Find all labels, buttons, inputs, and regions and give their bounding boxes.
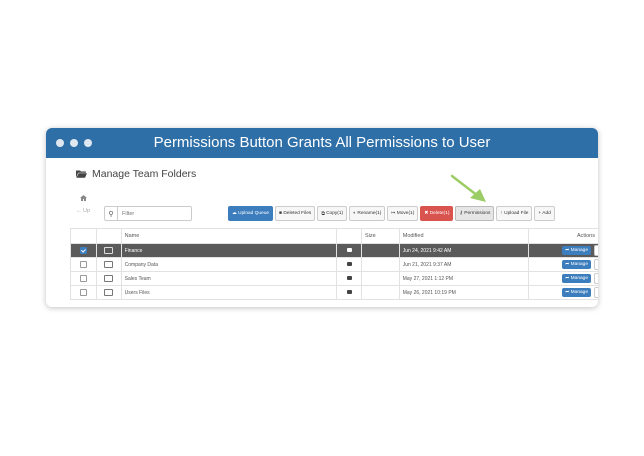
toolbar: ☁ Upload Queue ■ Deleted Files ⧉ Copy(1)… bbox=[228, 206, 555, 221]
share-icon bbox=[346, 248, 352, 253]
folder-open-icon bbox=[76, 170, 87, 178]
folder-size bbox=[361, 257, 400, 272]
home-icon[interactable] bbox=[80, 195, 87, 201]
row-checkbox[interactable] bbox=[79, 247, 87, 254]
row-checkbox[interactable] bbox=[79, 275, 87, 282]
row-checkbox[interactable] bbox=[79, 261, 87, 268]
download-icon[interactable]: ⤓ bbox=[594, 287, 598, 298]
move-button[interactable]: ↦ Move(1) bbox=[387, 206, 419, 221]
filter-box: ⚲ bbox=[104, 206, 192, 221]
folder-icon bbox=[104, 261, 114, 268]
row-checkbox[interactable] bbox=[79, 289, 87, 296]
page-heading: Manage Team Folders bbox=[76, 168, 196, 180]
size-header[interactable]: Size bbox=[361, 228, 400, 244]
copy-button[interactable]: ⧉ Copy(1) bbox=[317, 206, 348, 221]
share-icon bbox=[346, 276, 352, 281]
modified-header[interactable]: Modified bbox=[398, 228, 530, 244]
rename-button[interactable]: ◐ Rename(1) bbox=[349, 206, 386, 221]
delete-button[interactable]: ✖ Delete(1) bbox=[420, 206, 454, 221]
name-header[interactable]: Name bbox=[120, 228, 338, 244]
folder-size bbox=[361, 285, 400, 300]
share-icon bbox=[346, 290, 352, 295]
download-icon[interactable]: ⤓ bbox=[594, 259, 598, 270]
share-icon bbox=[346, 262, 352, 267]
app-window: Permissions Button Grants All Permission… bbox=[46, 128, 598, 307]
upload-queue-button[interactable]: ☁ Upload Queue bbox=[228, 206, 274, 221]
folder-name[interactable]: Users Files bbox=[120, 285, 338, 300]
manage-button[interactable]: ➦ Manage bbox=[562, 288, 591, 297]
title-bar: Permissions Button Grants All Permission… bbox=[46, 128, 598, 158]
download-icon[interactable]: ⤓ bbox=[594, 245, 598, 256]
table-row[interactable]: Users Files May 26, 2021 10:19 PM ➦ Mana… bbox=[70, 285, 598, 300]
window-title: Permissions Button Grants All Permission… bbox=[153, 134, 491, 151]
folder-icon bbox=[104, 247, 114, 254]
deleted-files-button[interactable]: ■ Deleted Files bbox=[275, 206, 316, 221]
up-button[interactable]: ← Up bbox=[76, 208, 90, 214]
folder-modified: Jun 21, 2021 9:37 AM bbox=[398, 257, 530, 272]
content-area: Manage Team Folders ← Up ⚲ ☁ Upload Queu… bbox=[70, 158, 598, 307]
folder-modified: May 26, 2021 10:19 PM bbox=[398, 285, 530, 300]
folder-name[interactable]: Sales Team bbox=[120, 271, 338, 286]
folder-modified: Jun 24, 2021 9:42 AM bbox=[398, 243, 530, 258]
filter-input[interactable] bbox=[122, 210, 182, 217]
green-arrow-icon bbox=[450, 174, 486, 202]
actions-header: Actions bbox=[528, 228, 598, 244]
page-title: Manage Team Folders bbox=[92, 168, 197, 180]
table-row[interactable]: Company Data Jun 21, 2021 9:37 AM ➦ Mana… bbox=[70, 257, 598, 272]
upload-file-button[interactable]: ↑ Upload File bbox=[496, 206, 533, 221]
folder-name[interactable]: Company Data bbox=[120, 257, 338, 272]
folder-name[interactable]: Finance bbox=[120, 243, 338, 258]
manage-button[interactable]: ➦ Manage bbox=[562, 274, 591, 283]
folder-icon bbox=[104, 275, 114, 282]
folder-size bbox=[361, 271, 400, 286]
table-header: Name Size Modified Actions bbox=[70, 228, 598, 244]
folder-modified: May 27, 2021 1:12 PM bbox=[398, 271, 530, 286]
search-icon[interactable]: ⚲ bbox=[105, 207, 118, 220]
breadcrumb bbox=[80, 194, 87, 203]
manage-button[interactable]: ➦ Manage bbox=[562, 246, 591, 255]
download-icon[interactable]: ⤓ bbox=[594, 273, 598, 284]
folder-icon bbox=[104, 289, 114, 296]
manage-button[interactable]: ➦ Manage bbox=[562, 260, 591, 269]
folder-table: Name Size Modified Actions Finance Jun 2… bbox=[70, 228, 598, 300]
folder-size bbox=[361, 243, 400, 258]
table-row[interactable]: Sales Team May 27, 2021 1:12 PM ➦ Manage… bbox=[70, 271, 598, 286]
table-row[interactable]: Finance Jun 24, 2021 9:42 AM ➦ Manage⤓ bbox=[70, 243, 598, 258]
permissions-button[interactable]: ⚷ Permissions bbox=[455, 206, 495, 221]
add-button[interactable]: + Add bbox=[534, 206, 555, 221]
